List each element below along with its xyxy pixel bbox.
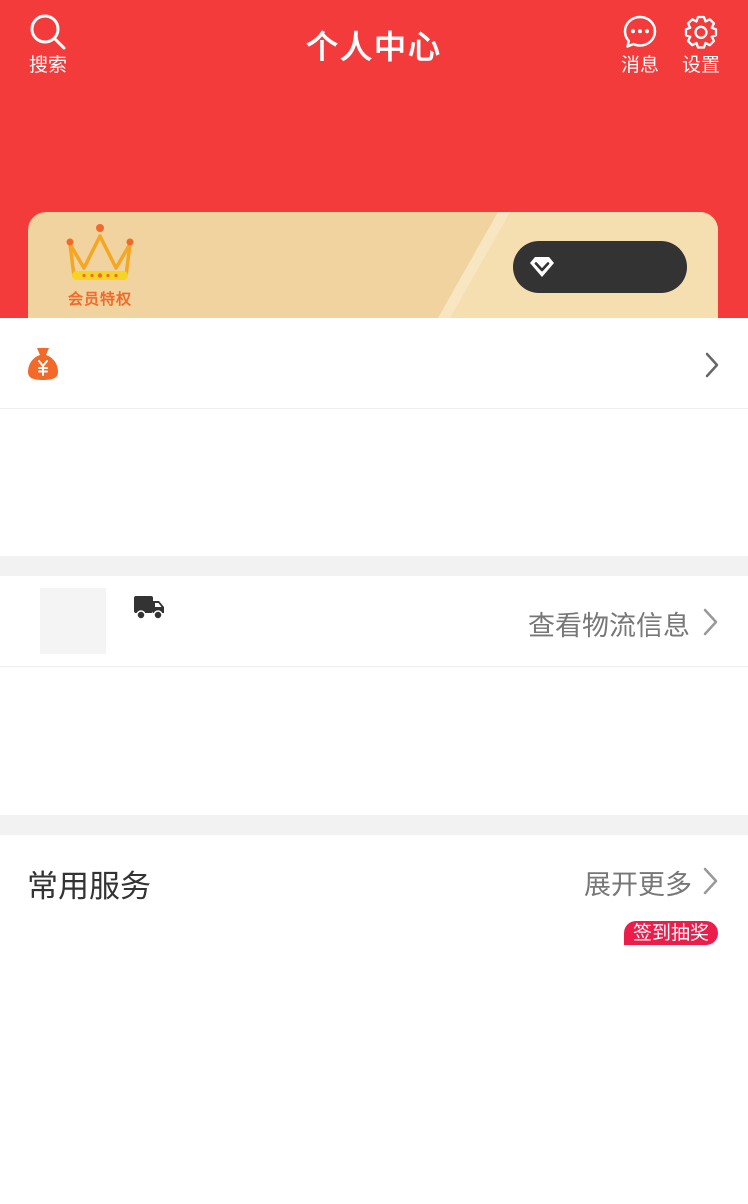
settings-button[interactable]: 设置 [671, 14, 731, 75]
settings-label: 设置 [681, 54, 720, 76]
expand-more-link[interactable]: 展开更多 [584, 863, 692, 902]
diamond-icon [530, 257, 554, 277]
money-bag-icon [28, 348, 58, 380]
section-divider [0, 815, 748, 835]
gear-icon [684, 15, 718, 49]
vip-privilege-label: 会员特权 [67, 290, 132, 308]
view-logistics-link[interactable]: 查看物流信息 [528, 604, 690, 643]
services-header: 常用服务 展开更多 [0, 835, 748, 925]
truck-icon [134, 596, 164, 620]
header-banner: 搜索 个人中心 消息 设置 会员特权 [0, 0, 748, 318]
signin-lottery-badge[interactable]: 签到抽奖 [624, 921, 718, 945]
messages-button[interactable]: 消息 [610, 14, 670, 75]
chat-bubble-icon [623, 15, 657, 48]
product-thumbnail [40, 588, 106, 654]
wallet-row[interactable] [0, 318, 748, 409]
services-title: 常用服务 [27, 869, 151, 905]
logistics-row[interactable]: 查看物流信息 [0, 576, 748, 667]
section-divider [0, 556, 748, 576]
chevron-right-icon [703, 608, 718, 636]
chevron-right-icon [705, 352, 719, 378]
vip-open-button[interactable] [513, 241, 687, 293]
chevron-right-icon [703, 867, 718, 895]
vip-card[interactable]: 会员特权 [28, 212, 718, 318]
crown-icon [66, 224, 134, 280]
messages-label: 消息 [620, 54, 659, 76]
